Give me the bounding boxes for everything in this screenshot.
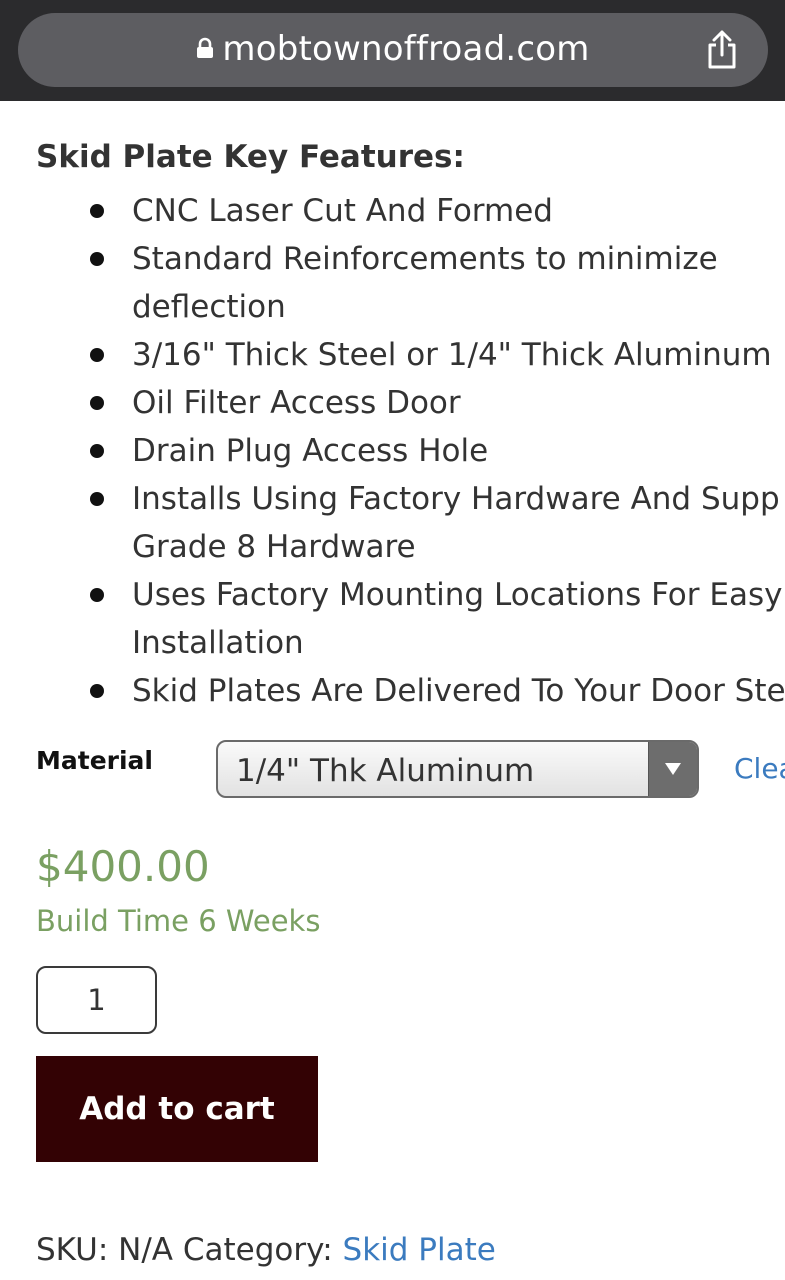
bullet-icon: [90, 396, 104, 410]
dropdown-arrow-icon[interactable]: [648, 742, 697, 796]
bullet-icon: [90, 492, 104, 506]
features-heading: Skid Plate Key Features:: [36, 139, 465, 175]
lock-icon: [197, 37, 214, 58]
features-list: CNC Laser Cut And Formed Standard Reinfo…: [0, 187, 785, 715]
bullet-icon: [90, 444, 104, 458]
product-price: $400.00: [36, 842, 210, 891]
share-icon[interactable]: [704, 29, 740, 71]
feature-item: 3/16" Thick Steel or 1/4" Thick Aluminum: [0, 331, 785, 379]
bullet-icon: [90, 348, 104, 362]
product-meta: SKU: N/A Category: Skid Plate: [36, 1232, 496, 1268]
add-to-cart-button[interactable]: Add to cart: [36, 1056, 318, 1162]
sku-category-text: SKU: N/A Category:: [36, 1232, 343, 1268]
feature-item-continuation: Installation: [132, 625, 304, 661]
material-select[interactable]: 1/4" Thk Aluminum: [216, 740, 699, 798]
feature-item: Standard Reinforcements to minimize: [0, 235, 785, 283]
material-selected-value: 1/4" Thk Aluminum: [236, 753, 535, 789]
feature-item: Uses Factory Mounting Locations For Easy: [0, 571, 785, 619]
quantity-input[interactable]: [36, 966, 157, 1034]
material-label: Material: [36, 746, 153, 775]
clear-selection-link[interactable]: Clea: [734, 752, 785, 785]
bullet-icon: [90, 588, 104, 602]
browser-toolbar: mobtownoffroad.com: [0, 0, 785, 101]
address-bar[interactable]: mobtownoffroad.com: [18, 13, 768, 87]
url-display[interactable]: mobtownoffroad.com: [18, 13, 768, 87]
bullet-icon: [90, 684, 104, 698]
feature-item-continuation: Grade 8 Hardware: [132, 529, 416, 565]
feature-item-continuation: deflection: [132, 289, 286, 325]
feature-item: Installs Using Factory Hardware And Supp: [0, 475, 785, 523]
feature-item: Oil Filter Access Door: [0, 379, 785, 427]
product-page: Skid Plate Key Features: CNC Laser Cut A…: [0, 101, 785, 1280]
bullet-icon: [90, 204, 104, 218]
feature-item: Drain Plug Access Hole: [0, 427, 785, 475]
build-time: Build Time 6 Weeks: [36, 904, 321, 938]
feature-item: Skid Plates Are Delivered To Your Door S…: [0, 667, 785, 715]
url-text: mobtownoffroad.com: [222, 29, 590, 69]
category-link[interactable]: Skid Plate: [343, 1232, 496, 1268]
feature-item: CNC Laser Cut And Formed: [0, 187, 785, 235]
bullet-icon: [90, 252, 104, 266]
